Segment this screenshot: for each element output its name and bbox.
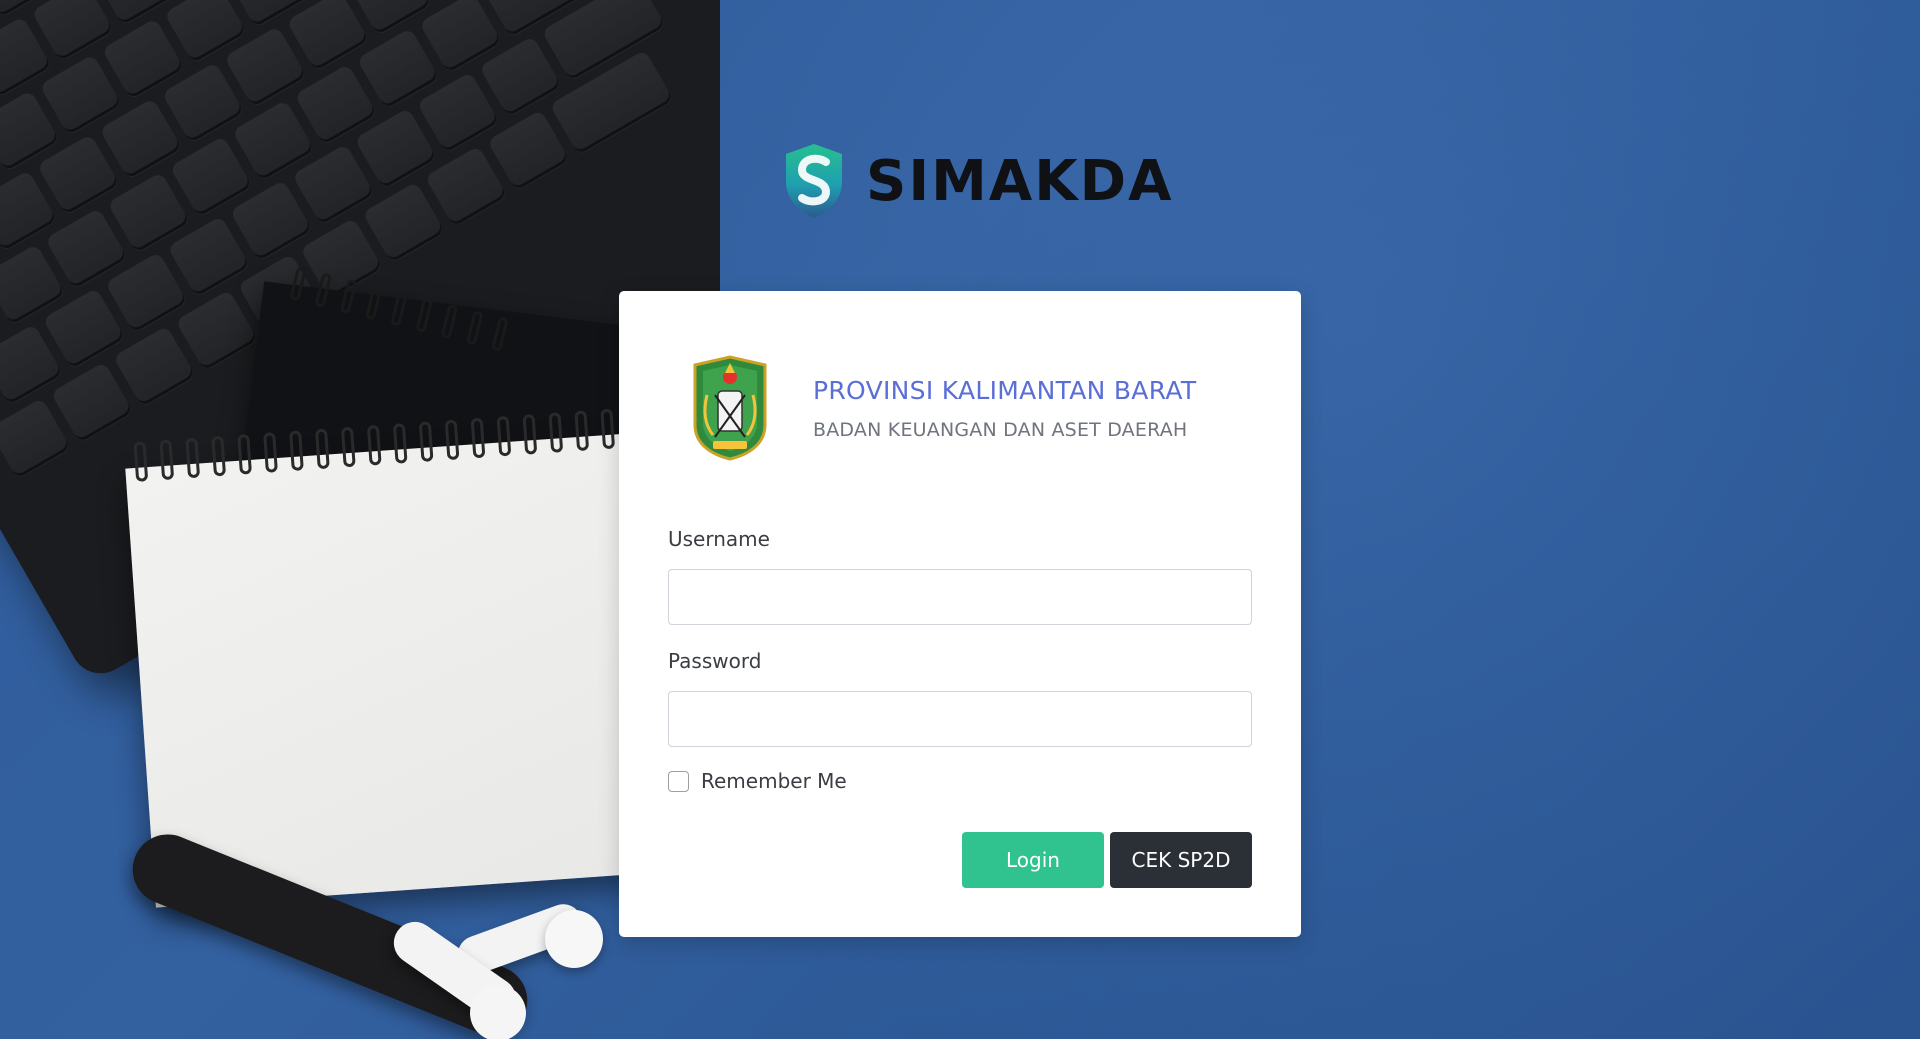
organization-subtitle: BADAN KEUANGAN DAN ASET DAERAH [813,418,1188,441]
spiral-ring [366,424,382,466]
remember-me-label[interactable]: Remember Me [701,769,847,793]
spiral-ring [159,439,175,481]
spiral-ring [339,278,358,315]
brand-name: SIMAKDA [866,148,1174,214]
spiral-ring [444,419,460,461]
spiral-ring [574,410,590,452]
provincial-crest-icon [693,355,767,461]
spiral-ring [263,432,278,473]
spiral-ring [390,291,408,327]
spiral-ring [465,310,484,346]
spiral-ring [133,441,149,482]
username-label: Username [668,527,770,551]
remember-me-checkbox[interactable] [668,770,689,792]
spiral-ring [364,285,383,321]
brand-header: SIMAKDA [782,142,1173,220]
organization-title: PROVINSI KALIMANTAN BARAT [813,375,1197,405]
spiral-ring [470,417,486,459]
spiral-ring [440,303,459,340]
spiral-ring [314,272,333,308]
spiral-ring [522,413,538,455]
earbud-image [545,910,603,968]
organization-header: PROVINSI KALIMANTAN BARAT BADAN KEUANGAN… [691,355,1196,461]
username-input[interactable] [668,569,1252,625]
spiral-ring [496,415,512,457]
earbud-image [470,985,526,1039]
notebook-image [125,408,675,908]
spiral-ring [315,428,330,470]
password-input[interactable] [668,691,1252,747]
login-button[interactable]: Login [962,832,1104,888]
spiral-ring [289,430,304,472]
spiral-ring [548,412,564,453]
login-form: Username Password Remember Me [668,527,1252,793]
login-card: PROVINSI KALIMANTAN BARAT BADAN KEUANGAN… [619,291,1301,937]
remember-me-row: Remember Me [668,769,1252,793]
cek-sp2d-button[interactable]: CEK SP2D [1110,832,1252,888]
background-desk-photo [0,0,720,1039]
spiral-ring [211,435,227,477]
password-label: Password [668,649,762,673]
spiral-ring [237,433,252,475]
spiral-ring [185,437,201,479]
form-actions: Login CEK SP2D [962,832,1252,888]
spiral-ring [340,426,356,468]
shield-s-logo-icon [786,144,842,218]
spiral-ring [415,297,434,333]
spiral-ring [418,421,434,462]
spiral-ring [392,423,408,464]
